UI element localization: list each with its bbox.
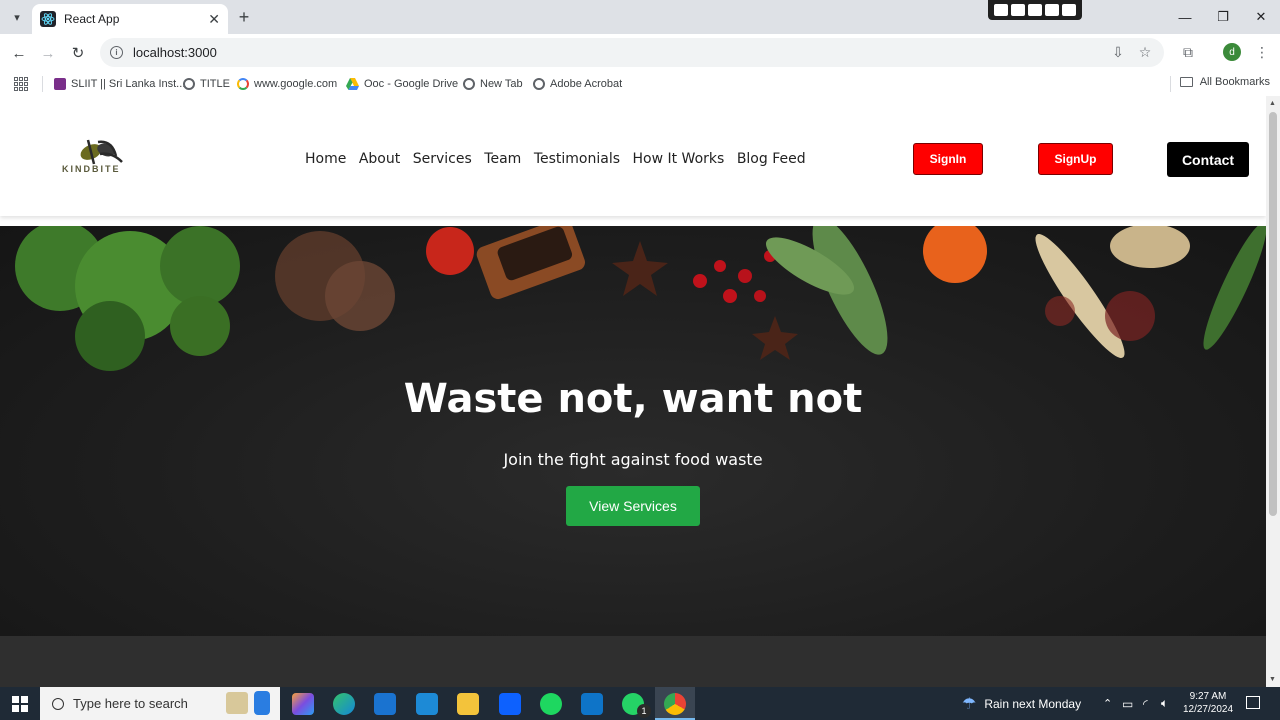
sliit-logo-icon — [54, 78, 66, 90]
nav-services[interactable]: Services — [413, 151, 472, 167]
forward-arrow-icon[interactable]: → — [37, 42, 59, 64]
apps-grid-icon[interactable] — [14, 77, 28, 91]
bookmark-item[interactable]: Ooc - Google Drive — [346, 76, 458, 92]
dropbox-icon[interactable] — [499, 693, 521, 715]
chrome-icon — [664, 693, 686, 715]
minimize-icon[interactable]: — — [1166, 0, 1204, 34]
next-section — [0, 636, 1266, 687]
globe-icon — [533, 78, 545, 90]
site-header: KINDBITE Home About Services Team Testim… — [0, 96, 1266, 216]
vscode-icon[interactable] — [581, 693, 603, 715]
google-drive-icon — [346, 78, 359, 90]
tab-close-icon[interactable]: ✕ — [208, 11, 220, 28]
search-highlight-bottle-icon — [254, 691, 270, 715]
hero-title: Waste not, want not — [403, 376, 863, 422]
close-window-icon[interactable]: ✕ — [1242, 0, 1280, 34]
back-arrow-icon[interactable]: ← — [8, 42, 30, 64]
taskbar-search-placeholder: Type here to search — [73, 696, 188, 711]
clock-date: 12/27/2024 — [1182, 704, 1234, 715]
bookmarks-bar: SLIIT || Sri Lanka Inst... TITLE www.goo… — [0, 72, 1280, 96]
bookmark-item[interactable]: New Tab — [463, 76, 523, 92]
whatsapp-badge: 1 — [637, 704, 651, 718]
tab-title: React App — [64, 12, 120, 26]
mail-icon[interactable] — [374, 693, 396, 715]
globe-icon — [463, 78, 475, 90]
nav-team[interactable]: Team — [484, 151, 521, 167]
screen-capture-toolbar — [988, 0, 1082, 20]
profile-avatar[interactable]: d — [1223, 43, 1241, 61]
window-controls: — ❐ ✕ — [1166, 0, 1280, 34]
browser-tabstrip: ▾ React App ✕ + — ❐ ✕ — [0, 0, 1280, 34]
snip-icon[interactable] — [993, 4, 1008, 16]
hero-subtitle: Join the fight against food waste — [503, 450, 763, 469]
wifi-icon[interactable]: ◜ — [1143, 687, 1148, 720]
system-clock[interactable]: 9:27 AM 12/27/2024 — [1180, 690, 1236, 716]
logo-wordmark: KINDBITE — [62, 164, 121, 174]
bookmark-divider — [1170, 76, 1171, 92]
browser-menu-icon[interactable]: ⋮ — [1252, 42, 1272, 62]
search-highlight-icon — [226, 692, 248, 714]
windows-taskbar: Type here to search 1 ☂ Rain next Monday… — [0, 687, 1280, 720]
url-text: localhost:3000 — [133, 45, 217, 60]
weather-widget[interactable]: ☂ Rain next Monday — [962, 687, 1081, 720]
reload-icon[interactable]: ↻ — [67, 42, 89, 64]
all-bookmarks-button[interactable]: All Bookmarks — [1179, 76, 1270, 88]
hero-section: Waste not, want not Join the fight again… — [0, 226, 1266, 636]
address-bar[interactable]: i localhost:3000 — [100, 38, 1164, 67]
nav-blog-feed[interactable]: Blog Feed — [737, 151, 806, 167]
extensions-puzzle-icon[interactable]: ⧉ — [1178, 42, 1198, 62]
weather-text: Rain next Monday — [984, 696, 1082, 711]
nav-about[interactable]: About — [359, 151, 400, 167]
contact-button[interactable]: Contact — [1167, 142, 1249, 177]
windows-start-icon[interactable] — [12, 696, 28, 712]
bookmark-star-icon[interactable]: ☆ — [1135, 42, 1155, 62]
view-services-button[interactable]: View Services — [566, 486, 700, 526]
copilot-icon[interactable] — [292, 693, 314, 715]
main-nav: Home About Services Team Testimonials Ho… — [305, 151, 806, 167]
scroll-down-arrow-icon[interactable]: ▼ — [1269, 676, 1276, 683]
bookmark-item[interactable]: www.google.com — [237, 76, 337, 92]
browser-toolbar: ← → ↻ i localhost:3000 ⇩ ☆ ⧉ d ⋮ — [0, 34, 1280, 72]
nav-how-it-works[interactable]: How It Works — [633, 151, 725, 167]
chrome-taskbar-active[interactable] — [655, 687, 695, 720]
umbrella-rain-icon: ☂ — [962, 695, 977, 713]
page-scrollbar[interactable]: ▲ ▼ — [1266, 96, 1280, 687]
react-favicon-icon — [40, 11, 56, 27]
browser-tab[interactable]: React App ✕ — [32, 4, 228, 34]
battery-icon[interactable]: ▭ — [1122, 687, 1133, 720]
notification-center-icon[interactable] — [1246, 696, 1260, 709]
globe-icon — [183, 78, 195, 90]
scroll-up-arrow-icon[interactable]: ▲ — [1269, 100, 1276, 107]
bookmark-item[interactable]: TITLE — [183, 76, 230, 92]
scrollbar-thumb[interactable] — [1269, 112, 1277, 516]
install-app-icon[interactable]: ⇩ — [1108, 42, 1128, 62]
maximize-icon[interactable]: ❐ — [1204, 0, 1242, 34]
clock-time: 9:27 AM — [1189, 691, 1227, 702]
nav-home[interactable]: Home — [305, 151, 346, 167]
taskbar-search[interactable]: Type here to search — [40, 687, 280, 720]
bookmark-item[interactable]: Adobe Acrobat — [533, 76, 622, 92]
tab-search-chevron-icon[interactable]: ▾ — [6, 6, 28, 28]
site-info-icon[interactable]: i — [110, 46, 123, 59]
bookmark-item[interactable]: SLIIT || Sri Lanka Inst... — [54, 76, 185, 92]
page-viewport: KINDBITE Home About Services Team Testim… — [0, 96, 1266, 687]
signin-button[interactable]: SignIn — [913, 143, 983, 175]
settings-gear-icon[interactable] — [1062, 4, 1077, 16]
volume-icon[interactable]: 🔈︎ — [1161, 687, 1168, 720]
mysql-workbench-icon[interactable] — [416, 693, 438, 715]
video-icon[interactable] — [1027, 4, 1042, 16]
folder-icon — [1179, 77, 1193, 87]
search-icon — [52, 697, 64, 710]
file-explorer-icon[interactable] — [457, 693, 479, 715]
tray-overflow-chevron-icon[interactable]: ⌃ — [1103, 687, 1112, 720]
camera-icon[interactable] — [1010, 4, 1025, 16]
window-icon[interactable] — [1045, 4, 1060, 16]
new-tab-plus-icon[interactable]: + — [234, 6, 254, 28]
google-g-icon — [237, 78, 249, 90]
spotify-icon[interactable] — [540, 693, 562, 715]
nav-testimonials[interactable]: Testimonials — [534, 151, 620, 167]
bookmark-divider — [42, 76, 43, 92]
edge-browser-icon[interactable] — [333, 693, 355, 715]
signup-button[interactable]: SignUp — [1038, 143, 1113, 175]
